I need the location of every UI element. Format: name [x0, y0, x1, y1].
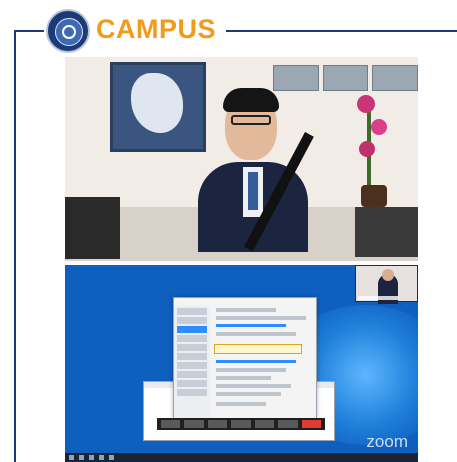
toolbar-button[interactable] — [278, 420, 298, 428]
thumbnail-name-bar — [358, 296, 398, 300]
wall-picture — [273, 65, 319, 91]
zoom-settings-window[interactable] — [173, 297, 317, 419]
settings-highlight — [214, 344, 302, 354]
settings-sidebar-item[interactable] — [177, 380, 207, 387]
start-icon[interactable] — [69, 455, 74, 460]
end-share-button[interactable] — [301, 420, 321, 428]
settings-sidebar-item[interactable] — [177, 335, 207, 342]
wall-map — [110, 62, 206, 152]
thumbnail-head — [382, 269, 394, 281]
settings-slider[interactable] — [216, 360, 296, 363]
seal-mark — [62, 25, 76, 39]
settings-sidebar-item[interactable] — [177, 362, 207, 369]
toolbar-button[interactable] — [231, 420, 251, 428]
orchid-flower — [359, 141, 375, 157]
laptop-left — [65, 197, 120, 259]
settings-row — [216, 384, 291, 388]
seal-inner — [55, 18, 83, 46]
windows-taskbar — [65, 453, 418, 462]
brand-title: CAMPUS — [96, 14, 217, 44]
presenter-hair — [223, 88, 279, 112]
presenter-glasses — [231, 115, 271, 125]
institution-seal-icon — [46, 9, 90, 53]
settings-sidebar-item[interactable] — [177, 353, 207, 360]
frame-line-left — [14, 30, 16, 462]
toolbar-button[interactable] — [184, 420, 204, 428]
settings-sidebar-item[interactable] — [177, 371, 207, 378]
taskbar-icon[interactable] — [99, 455, 104, 460]
participant-thumbnail-icon[interactable] — [355, 265, 418, 304]
settings-row — [216, 332, 296, 336]
toolbar-button[interactable] — [161, 420, 181, 428]
toolbar-button[interactable] — [207, 420, 228, 428]
settings-row — [216, 392, 281, 396]
flower-pot — [361, 185, 387, 207]
presenter-tie — [248, 172, 258, 210]
settings-row — [216, 376, 271, 380]
map-land — [131, 73, 183, 133]
orchid-flower — [371, 119, 387, 135]
settings-row — [216, 316, 306, 320]
settings-row — [216, 368, 286, 372]
taskbar-icon[interactable] — [89, 455, 94, 460]
wall-picture — [322, 65, 369, 91]
zoom-watermark: zoom — [366, 432, 408, 451]
taskbar-icon[interactable] — [79, 455, 84, 460]
settings-sidebar — [174, 306, 210, 418]
settings-sidebar-item[interactable] — [177, 317, 207, 324]
settings-slider[interactable] — [216, 324, 286, 327]
presenter-video — [65, 57, 418, 261]
orchid-flower — [357, 95, 375, 113]
taskbar-icon[interactable] — [109, 455, 114, 460]
settings-sidebar-item[interactable] — [177, 344, 207, 351]
screen-share-video: zoom — [65, 265, 418, 462]
frame-line-top-left — [14, 30, 44, 32]
wall-picture — [372, 65, 418, 91]
toolbar-button[interactable] — [254, 420, 275, 428]
laptop-right — [355, 207, 418, 257]
zoom-toolbar — [157, 418, 325, 430]
settings-sidebar-item[interactable] — [177, 389, 207, 396]
settings-sidebar-item-active[interactable] — [177, 326, 207, 333]
settings-row — [216, 402, 266, 406]
settings-row — [216, 308, 276, 312]
wall-pictures — [273, 65, 418, 91]
settings-sidebar-item[interactable] — [177, 308, 207, 315]
frame-line-top-right — [226, 30, 457, 32]
